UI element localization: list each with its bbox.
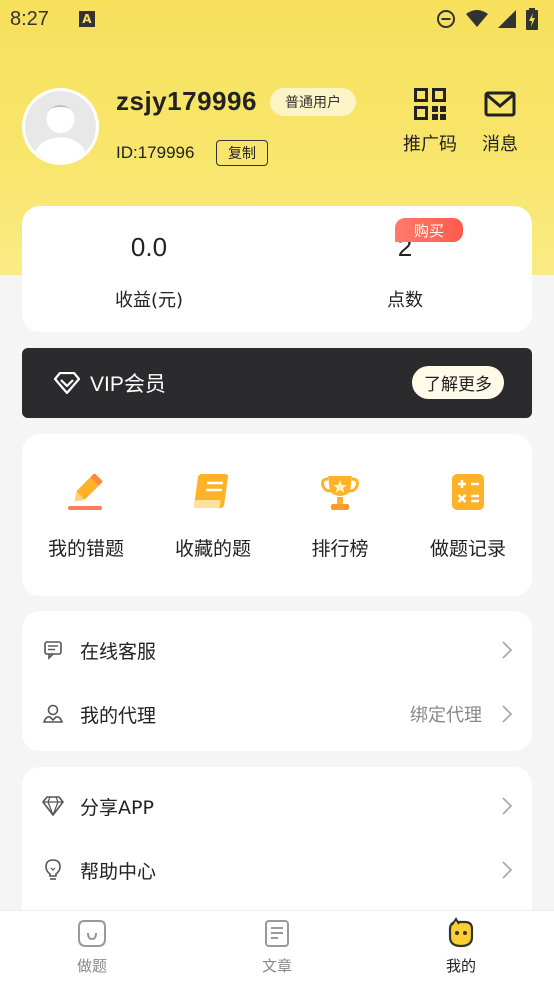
diamond-icon — [42, 795, 64, 817]
tab-practice[interactable]: 做题 — [32, 917, 152, 976]
profile-icon — [448, 917, 474, 948]
diamond-vip-icon — [54, 372, 80, 394]
service-list-card: 在线客服 我的代理 绑定代理 — [22, 611, 532, 751]
practice-history-item[interactable]: 做题记录 — [404, 470, 532, 561]
promo-code-button[interactable]: 推广码 — [395, 88, 465, 156]
vip-label: VIP会员 — [90, 373, 166, 396]
practice-history-label: 做题记录 — [429, 538, 506, 560]
more-list-card: 分享APP 帮助中心 — [22, 767, 532, 927]
user-id: ID:179996 — [116, 143, 195, 162]
article-icon — [265, 920, 289, 947]
messages-label: 消息 — [482, 134, 518, 155]
messages-button[interactable]: 消息 — [465, 88, 535, 156]
promo-code-label: 推广码 — [403, 134, 457, 155]
chevron-right-icon — [502, 861, 512, 879]
chevron-right-icon — [502, 641, 512, 659]
status-bar: 8:27 A — [0, 0, 554, 38]
list-item-share-app[interactable]: 分享APP — [22, 776, 532, 836]
earnings-value: 0.0 — [130, 232, 168, 262]
quick-actions-card: 我的错题 收藏的题 排行榜 做题记录 — [22, 434, 532, 596]
leaderboard-label: 排行榜 — [311, 538, 369, 560]
chevron-right-icon — [502, 797, 512, 815]
notification-a-icon: A — [78, 11, 95, 27]
saved-questions-item[interactable]: 收藏的题 — [149, 470, 277, 561]
book-icon — [193, 474, 229, 508]
qrcode-icon — [414, 88, 446, 120]
tab-profile-label: 我的 — [445, 957, 476, 975]
wrong-questions-item[interactable]: 我的错题 — [22, 470, 150, 561]
tab-profile[interactable]: 我的 — [401, 917, 521, 976]
list-item-label: 我的代理 — [80, 704, 157, 727]
wrong-questions-label: 我的错题 — [47, 538, 124, 560]
list-item-online-service[interactable]: 在线客服 — [22, 620, 532, 680]
earnings-stat[interactable]: 0.0 收益(元) — [49, 232, 249, 312]
buy-points-tag[interactable]: 购买 — [395, 218, 463, 242]
bulb-icon — [42, 859, 64, 881]
mail-icon — [484, 91, 516, 117]
list-item-my-agent[interactable]: 我的代理 绑定代理 — [22, 684, 532, 744]
bind-agent-text: 绑定代理 — [410, 705, 482, 726]
tab-articles[interactable]: 文章 — [217, 917, 337, 976]
username: zsjy179996 — [116, 86, 257, 116]
copy-id-button[interactable]: 复制 — [216, 140, 268, 166]
dnd-icon — [437, 10, 455, 28]
list-item-label: 在线客服 — [80, 640, 157, 663]
pencil-icon — [68, 473, 103, 510]
signal-icon — [498, 10, 516, 28]
chat-icon — [42, 639, 64, 661]
earnings-label: 收益(元) — [114, 290, 184, 311]
wifi-icon — [466, 10, 488, 27]
saved-questions-label: 收藏的题 — [174, 538, 251, 560]
learn-more-button[interactable]: 了解更多 — [412, 366, 504, 399]
practice-icon — [78, 920, 106, 947]
bottom-navigation: 做题 文章 我的 — [0, 910, 554, 984]
tab-articles-label: 文章 — [261, 957, 292, 975]
vip-banner[interactable]: VIP会员 了解更多 — [22, 348, 532, 418]
avatar[interactable] — [22, 88, 99, 165]
status-time: 8:27 — [10, 7, 49, 30]
chevron-right-icon — [502, 705, 512, 723]
battery-icon — [526, 8, 538, 30]
leaderboard-item[interactable]: 排行榜 — [276, 470, 404, 561]
list-item-help-center[interactable]: 帮助中心 — [22, 840, 532, 900]
trophy-icon — [321, 476, 359, 510]
points-stat[interactable]: 2 点数 — [305, 232, 505, 312]
calculator-icon — [452, 474, 484, 510]
avatar-placeholder-icon — [25, 91, 96, 162]
list-item-label: 帮助中心 — [80, 860, 157, 883]
list-item-label: 分享APP — [80, 796, 154, 819]
user-level-badge: 普通用户 — [270, 88, 356, 116]
tab-practice-label: 做题 — [76, 957, 107, 975]
points-label: 点数 — [387, 290, 423, 311]
agent-icon — [42, 703, 64, 725]
